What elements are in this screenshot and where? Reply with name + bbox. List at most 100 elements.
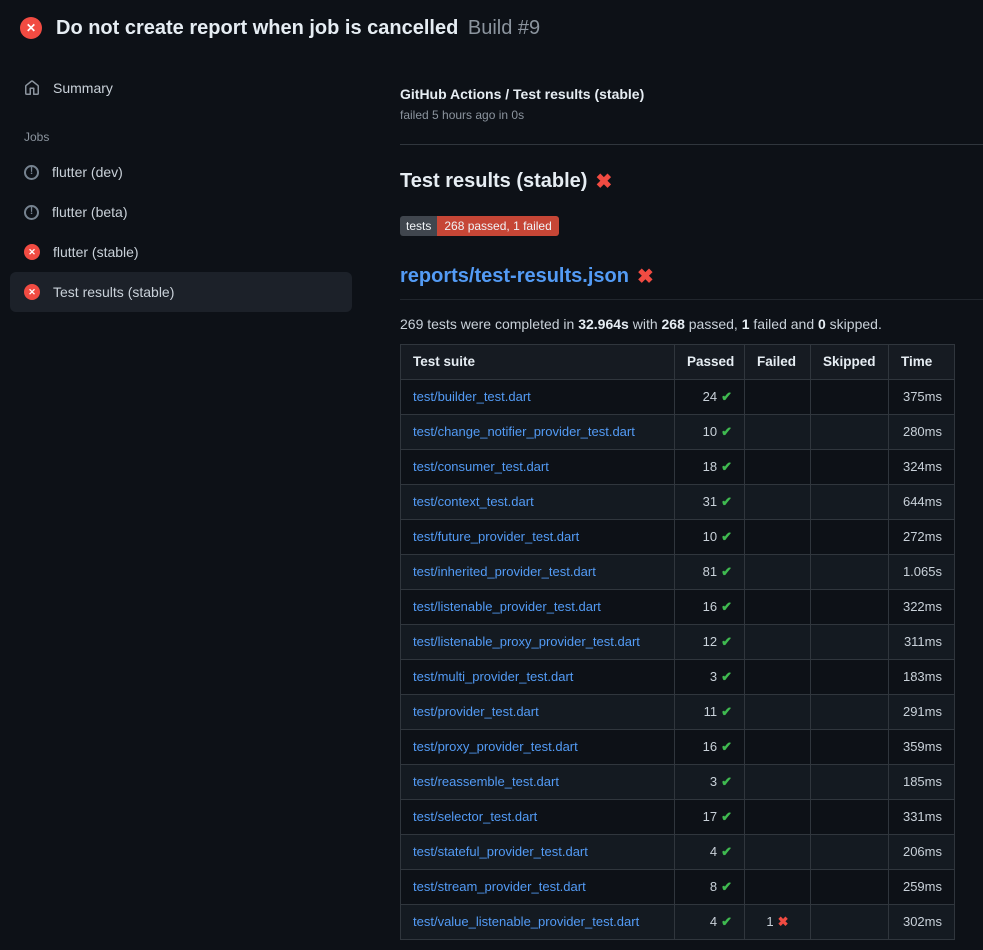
sidebar-item-flutter-beta[interactable]: ! flutter (beta): [10, 192, 352, 232]
check-icon: ✔: [721, 669, 732, 684]
results-table: Test suite Passed Failed Skipped Time te…: [400, 344, 955, 940]
sidebar-item-flutter-stable[interactable]: ✕ flutter (stable): [10, 232, 352, 272]
count-value: 10: [703, 529, 717, 544]
test-suite-link[interactable]: test/inherited_provider_test.dart: [413, 564, 596, 579]
test-suite-link[interactable]: test/change_notifier_provider_test.dart: [413, 424, 635, 439]
passed-cell: 11✔: [675, 695, 745, 730]
table-row: test/value_listenable_provider_test.dart…: [401, 905, 955, 940]
summary-text: failed and: [750, 316, 819, 332]
table-row: test/listenable_provider_test.dart16✔322…: [401, 590, 955, 625]
count-value: 3: [710, 774, 717, 789]
sidebar-item-label: flutter (stable): [53, 244, 139, 260]
count-value: 3: [710, 669, 717, 684]
test-suite-link[interactable]: test/stream_provider_test.dart: [413, 879, 586, 894]
test-suite-link[interactable]: test/listenable_proxy_provider_test.dart: [413, 634, 640, 649]
table-row: test/future_provider_test.dart 10 ✔ 272ms: [401, 520, 955, 555]
passed-cell: 10✔: [675, 415, 745, 450]
test-suite-link[interactable]: test/proxy_provider_test.dart: [413, 739, 578, 754]
test-suite-link[interactable]: test/selector_test.dart: [413, 809, 537, 824]
skipped-cell: [811, 590, 889, 625]
skipped-cell: [811, 380, 889, 415]
skipped-cell: [811, 905, 889, 940]
check-icon: ✔: [721, 599, 732, 614]
failed-cell: [745, 380, 811, 415]
count-value: 1: [766, 914, 773, 929]
passed-cell: 18✔: [675, 450, 745, 485]
table-row: test/change_notifier_provider_test.dart 1…: [401, 415, 955, 450]
skipped-cell: [811, 520, 889, 555]
sidebar-item-summary[interactable]: Summary: [10, 68, 352, 108]
check-icon: ✔: [721, 914, 732, 929]
test-suite-link[interactable]: test/consumer_test.dart: [413, 459, 549, 474]
failed-cell: [745, 485, 811, 520]
test-suite-link[interactable]: test/future_provider_test.dart: [413, 529, 579, 544]
skipped-cell: [811, 485, 889, 520]
table-row: test/selector_test.dart17✔331ms: [401, 800, 955, 835]
skipped-cell: [811, 765, 889, 800]
passed-cell: 10 ✔: [675, 520, 745, 555]
count-value: 4: [710, 844, 717, 859]
test-suite-link[interactable]: test/provider_test.dart: [413, 704, 539, 719]
sidebar-item-flutter-dev[interactable]: ! flutter (dev): [10, 152, 352, 192]
sidebar-item-label: Test results (stable): [53, 284, 174, 300]
summary-line: 269 tests were completed in 32.964s with…: [400, 316, 983, 332]
check-icon: ✔: [721, 844, 732, 859]
passed-cell: 12✔: [675, 625, 745, 660]
summary-failed-count: 1: [742, 316, 750, 332]
time-cell: 291ms: [889, 695, 955, 730]
test-suite-link[interactable]: test/multi_provider_test.dart: [413, 669, 573, 684]
sidebar-item-test-results-stable[interactable]: ✕ Test results (stable): [10, 272, 352, 312]
test-suite-link[interactable]: test/value_listenable_provider_test.dart: [413, 914, 639, 929]
test-suite-link[interactable]: test/builder_test.dart: [413, 389, 531, 404]
time-cell: 331ms: [889, 800, 955, 835]
failed-cell: [745, 520, 811, 555]
test-suite-cell: test/selector_test.dart: [401, 800, 675, 835]
table-row: test/inherited_provider_test.dart81✔1.06…: [401, 555, 955, 590]
column-header-passed: Passed: [675, 345, 745, 380]
home-icon: [24, 80, 40, 96]
x-icon: ✖: [778, 914, 789, 929]
count-value: 16: [703, 739, 717, 754]
test-suite-link[interactable]: test/reassemble_test.dart: [413, 774, 559, 789]
x-circle-icon: ✕: [20, 17, 42, 39]
build-header: ✕ Do not create report when job is cance…: [0, 0, 983, 52]
test-suite-cell: test/reassemble_test.dart: [401, 765, 675, 800]
failed-cell: [745, 765, 811, 800]
test-suite-cell: test/provider_test.dart: [401, 695, 675, 730]
failed-cell: [745, 835, 811, 870]
test-suite-cell: test/future_provider_test.dart: [401, 520, 675, 555]
test-suite-cell: test/multi_provider_test.dart: [401, 660, 675, 695]
check-icon: ✔: [721, 564, 732, 579]
failed-cell: [745, 695, 811, 730]
check-icon: ✔: [721, 529, 732, 544]
check-icon: ✔: [721, 494, 732, 509]
column-header-skipped: Skipped: [811, 345, 889, 380]
test-suite-link[interactable]: test/listenable_provider_test.dart: [413, 599, 601, 614]
check-icon: ✔: [721, 809, 732, 824]
failed-cell: [745, 730, 811, 765]
column-header-failed: Failed: [745, 345, 811, 380]
failed-cell: [745, 450, 811, 485]
time-cell: 375ms: [889, 380, 955, 415]
count-value: 10: [703, 424, 717, 439]
section-title-text: Test results (stable): [400, 170, 587, 193]
test-suite-cell: test/stream_provider_test.dart: [401, 870, 675, 905]
sidebar: Summary Jobs ! flutter (dev) ! flutter (…: [0, 52, 400, 312]
check-icon: ✔: [721, 389, 732, 404]
skipped-cell: [811, 800, 889, 835]
main-content: GitHub Actions / Test results (stable) f…: [400, 52, 983, 940]
passed-cell: 16✔: [675, 730, 745, 765]
time-cell: 359ms: [889, 730, 955, 765]
report-link[interactable]: reports/test-results.json: [400, 265, 629, 288]
time-cell: 272ms: [889, 520, 955, 555]
test-suite-cell: test/stateful_provider_test.dart: [401, 835, 675, 870]
test-suite-link[interactable]: test/stateful_provider_test.dart: [413, 844, 588, 859]
passed-cell: 8✔: [675, 870, 745, 905]
summary-text: skipped.: [826, 316, 882, 332]
x-circle-icon: ✕: [24, 284, 40, 300]
test-suite-link[interactable]: test/context_test.dart: [413, 494, 534, 509]
passed-cell: 24✔: [675, 380, 745, 415]
skipped-cell: [811, 730, 889, 765]
summary-text: passed,: [685, 316, 742, 332]
check-icon: ✔: [721, 634, 732, 649]
